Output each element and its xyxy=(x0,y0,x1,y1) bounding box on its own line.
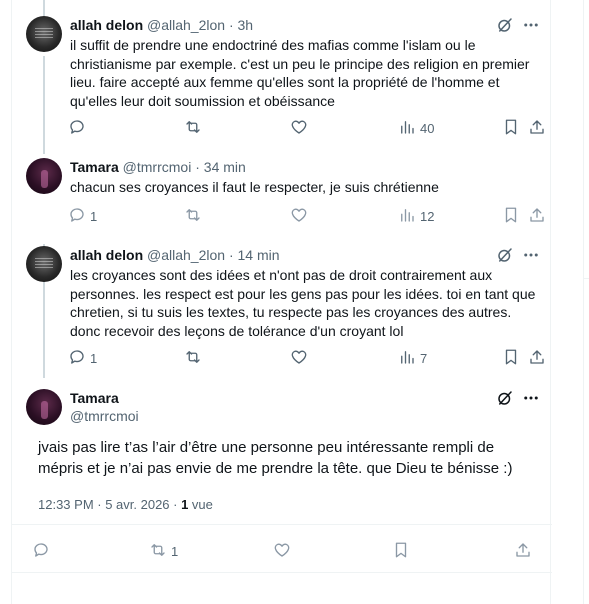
retweet-icon xyxy=(184,206,202,227)
retweet-button[interactable] xyxy=(184,118,206,138)
separator-dot: · xyxy=(228,247,234,263)
separator-dot: · xyxy=(195,159,200,175)
bookmark-icon xyxy=(392,541,410,562)
like-button[interactable] xyxy=(290,206,308,226)
bookmark-icon xyxy=(502,118,520,139)
share-button[interactable] xyxy=(528,348,546,368)
views-count: 7 xyxy=(420,350,428,366)
grok-icon[interactable] xyxy=(496,389,514,407)
bookmark-icon xyxy=(502,206,520,227)
view-label: vue xyxy=(188,497,213,512)
main-tweet-meta: 12:33 PM · 5 avr. 2026 · 1 vue xyxy=(38,497,213,512)
reply-icon xyxy=(68,348,86,369)
author-handle[interactable]: @tmrrcmoi xyxy=(70,408,139,424)
reply-icon xyxy=(68,118,86,139)
tweet-time[interactable]: 14 min xyxy=(238,247,280,263)
author-name[interactable]: Tamara xyxy=(70,159,119,175)
divider xyxy=(12,524,552,525)
retweet-button[interactable] xyxy=(184,348,206,368)
share-icon xyxy=(528,118,546,139)
reply-button[interactable]: 1 xyxy=(68,348,97,368)
retweet-icon xyxy=(184,348,202,369)
reply-button[interactable] xyxy=(68,118,90,138)
share-button[interactable] xyxy=(514,541,532,561)
retweet-count: 1 xyxy=(171,543,179,559)
thread-line xyxy=(43,56,45,154)
like-button[interactable] xyxy=(290,348,308,368)
tweet-time[interactable]: 3h xyxy=(238,17,254,33)
avatar[interactable] xyxy=(26,16,62,52)
views-button[interactable]: 7 xyxy=(398,348,427,368)
views-count: 12 xyxy=(420,208,435,224)
avatar[interactable] xyxy=(26,158,62,194)
share-icon xyxy=(528,348,546,369)
author-name[interactable]: allah delon xyxy=(70,247,143,263)
views-button[interactable]: 12 xyxy=(398,206,434,226)
reply-count: 1 xyxy=(90,350,98,366)
tweet-actions: 40 xyxy=(60,118,544,138)
timeline-column: allah delon @allah_2lon · 3h il suffit d… xyxy=(11,0,552,604)
more-icon[interactable] xyxy=(522,246,540,264)
views-icon xyxy=(398,118,416,139)
reply-button[interactable]: 1 xyxy=(68,206,97,226)
bookmark-button[interactable] xyxy=(392,541,410,561)
author-name[interactable]: allah delon xyxy=(70,17,143,33)
author-handle[interactable]: @tmrrcmoi xyxy=(123,159,192,175)
views-button[interactable]: 40 xyxy=(398,118,434,138)
author-handle[interactable]: @allah_2lon xyxy=(147,17,225,33)
main-tweet-header: Tamara xyxy=(70,389,119,407)
tweet-time[interactable]: 34 min xyxy=(204,159,246,175)
avatar[interactable] xyxy=(26,246,62,282)
bookmark-button[interactable] xyxy=(502,206,520,226)
author-handle[interactable]: @allah_2lon xyxy=(147,247,225,263)
timestamp[interactable]: 12:33 PM · 5 avr. 2026 · xyxy=(38,497,181,512)
views-icon xyxy=(398,206,416,227)
tweet-actions: 1 7 xyxy=(60,348,544,368)
share-button[interactable] xyxy=(528,206,546,226)
retweet-icon xyxy=(184,118,202,139)
views-count: 40 xyxy=(420,120,435,136)
share-icon xyxy=(528,206,546,227)
more-icon[interactable] xyxy=(522,16,540,34)
bookmark-button[interactable] xyxy=(502,118,520,138)
reply-icon xyxy=(68,206,86,227)
main-tweet-text: jvais pas lire t’as l’air d’être une per… xyxy=(38,439,513,477)
like-icon xyxy=(273,541,291,562)
grok-icon[interactable] xyxy=(496,246,514,264)
more-icon[interactable] xyxy=(522,389,540,407)
retweet-button[interactable] xyxy=(184,206,206,226)
reply-count: 1 xyxy=(90,208,98,224)
like-button[interactable] xyxy=(290,118,308,138)
like-icon xyxy=(290,118,308,139)
views-icon xyxy=(398,348,416,369)
divider xyxy=(12,572,552,573)
tweet-text: chacun ses croyances il faut le respecte… xyxy=(70,179,439,195)
author-name[interactable]: Tamara xyxy=(70,390,119,406)
thread-line xyxy=(43,0,45,16)
reply-icon xyxy=(32,541,50,562)
main-tweet-handle-row: @tmrrcmoi xyxy=(70,407,139,425)
retweet-icon xyxy=(149,541,167,562)
main-tweet-actions: 1 xyxy=(32,541,532,561)
tweet-header: Tamara @tmrrcmoi · 34 min xyxy=(70,158,246,176)
tweet-actions: 1 12 xyxy=(60,206,544,226)
tweet-text: il suffit de prendre une endoctriné des … xyxy=(70,37,530,109)
share-icon xyxy=(514,541,532,562)
grok-icon[interactable] xyxy=(496,16,514,34)
bookmark-icon xyxy=(502,348,520,369)
tweet-text: les croyances sont des idées et n'ont pa… xyxy=(70,267,536,339)
avatar[interactable] xyxy=(26,389,62,425)
tweet-header: allah delon @allah_2lon · 3h xyxy=(70,16,253,34)
right-sidebar-edge xyxy=(583,0,589,604)
retweet-button[interactable]: 1 xyxy=(149,541,178,561)
share-button[interactable] xyxy=(528,118,546,138)
like-icon xyxy=(290,206,308,227)
separator-dot: · xyxy=(228,17,234,33)
tweet-header: allah delon @allah_2lon · 14 min xyxy=(70,246,280,264)
bookmark-button[interactable] xyxy=(502,348,520,368)
like-button[interactable] xyxy=(273,541,291,561)
reply-button[interactable] xyxy=(32,541,50,561)
like-icon xyxy=(290,348,308,369)
